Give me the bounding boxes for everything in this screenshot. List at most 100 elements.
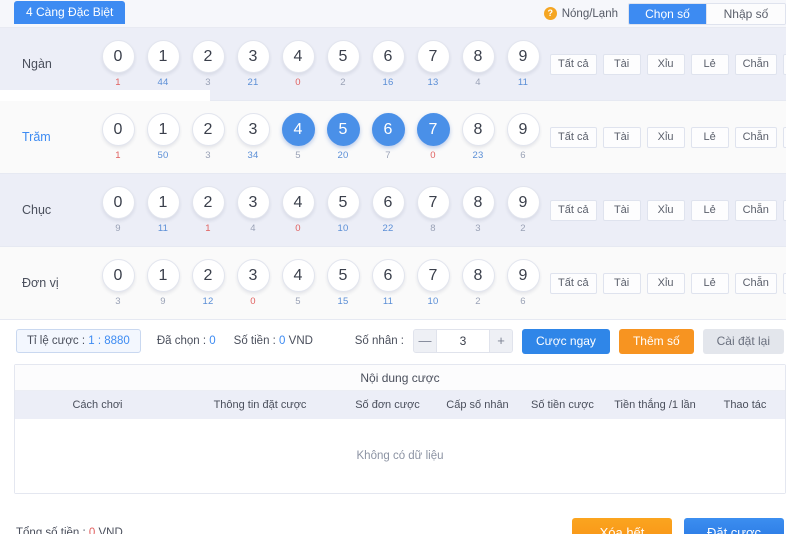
col-cach-choi: Cách chơi <box>72 399 123 411</box>
add-number-button[interactable]: Thêm số <box>618 328 694 354</box>
ball-chuc-7[interactable]: 7 <box>416 186 450 219</box>
ball-ngan-5[interactable]: 5 <box>326 40 360 73</box>
btn-ngan-tatca[interactable]: Tất cả <box>550 53 597 75</box>
btn-chuc-chan[interactable]: Chẵn <box>734 199 777 221</box>
minus-icon[interactable]: — <box>414 330 436 352</box>
col-thao-tac: Thao tác <box>723 399 767 411</box>
ball-chuc-0[interactable]: 0 <box>101 186 135 219</box>
btn-tram-tatca[interactable]: Tất cả <box>550 126 597 148</box>
balls-donvi: 03 19 2 12 30 45 5 15 6 11 7 10 82 96 <box>100 259 550 307</box>
ball-ngan-2[interactable]: 2 <box>191 40 225 73</box>
btn-tram-chan[interactable]: Chẵn <box>734 126 777 148</box>
ball-ngan-0[interactable]: 0 <box>101 40 135 73</box>
ball-donvi-4[interactable]: 4 <box>281 259 315 292</box>
btn-ngan-le[interactable]: Lẻ <box>690 53 729 75</box>
count-chuc-2: 1 <box>205 223 211 234</box>
digit-row-tram: Trăm 01 1 50 23 3 34 45 5 20 67 70 8 23 96 T… <box>0 101 800 174</box>
ball-donvi-0[interactable]: 0 <box>101 259 135 292</box>
row-actions-tram: Tất cả Tài Xỉu Lẻ Chẵn Xóa <box>550 126 800 148</box>
tab-chon-so[interactable]: Chọn số <box>629 3 707 24</box>
ball-donvi-8[interactable]: 8 <box>461 259 495 292</box>
count-donvi-8: 2 <box>475 296 481 307</box>
ball-tram-7[interactable]: 7 <box>416 113 450 146</box>
btn-ngan-chan[interactable]: Chẵn <box>734 53 777 75</box>
count-donvi-4: 5 <box>295 296 301 307</box>
btn-chuc-xiu[interactable]: Xỉu <box>646 199 685 221</box>
ball-donvi-3[interactable]: 3 <box>236 259 270 292</box>
bet-bar-right: Số nhân : — 3 + Cược ngay Thêm số Cài đặ… <box>355 328 784 354</box>
ball-tram-3[interactable]: 3 <box>236 113 270 146</box>
bet-now-button[interactable]: Cược ngay <box>522 328 610 354</box>
btn-donvi-chan[interactable]: Chẵn <box>734 272 777 294</box>
ball-ngan-8[interactable]: 8 <box>461 40 495 73</box>
total-amount-unit: VND <box>95 527 123 534</box>
count-ngan-8: 4 <box>475 77 481 88</box>
btn-donvi-tatca[interactable]: Tất cả <box>550 272 597 294</box>
count-chuc-0: 9 <box>115 223 121 234</box>
reset-button[interactable]: Cài đặt lại <box>702 328 784 354</box>
ball-ngan-9[interactable]: 9 <box>506 40 540 73</box>
btn-tram-xiu[interactable]: Xỉu <box>646 126 685 148</box>
hot-cold-label: Nóng/Lạnh <box>561 7 618 20</box>
top-bar-right: ? Nóng/Lạnh Chọn số Nhập số <box>543 0 786 27</box>
ball-chuc-9[interactable]: 9 <box>506 186 540 219</box>
ball-donvi-1[interactable]: 1 <box>146 259 180 292</box>
chosen-count-value: 0 <box>209 335 216 347</box>
btn-donvi-tai[interactable]: Tài <box>602 272 641 294</box>
multiplier-input[interactable]: 3 <box>436 330 490 352</box>
ball-tram-8[interactable]: 8 <box>461 113 495 146</box>
game-tab-title[interactable]: 4 Càng Đặc Biệt <box>14 1 126 24</box>
btn-tram-tai[interactable]: Tài <box>602 126 641 148</box>
hot-cold-toggle[interactable]: ? Nóng/Lạnh <box>543 7 618 20</box>
count-tram-0: 1 <box>115 150 121 161</box>
ball-donvi-2[interactable]: 2 <box>191 259 225 292</box>
ball-chuc-8[interactable]: 8 <box>461 186 495 219</box>
row-actions-ngan: Tất cả Tài Xỉu Lẻ Chẵn Xóa <box>550 53 800 75</box>
digit-rows: Ngàn 01 1 44 23 3 21 40 52 6 16 7 13 84 9 11 … <box>0 28 800 320</box>
btn-donvi-xiu[interactable]: Xỉu <box>646 272 685 294</box>
ball-ngan-1[interactable]: 1 <box>146 40 180 73</box>
ball-ngan-7[interactable]: 7 <box>416 40 450 73</box>
btn-donvi-le[interactable]: Lẻ <box>690 272 729 294</box>
ball-chuc-1[interactable]: 1 <box>146 186 180 219</box>
btn-chuc-tai[interactable]: Tài <box>602 199 641 221</box>
place-bet-button[interactable]: Đặt cược <box>684 518 784 534</box>
ball-chuc-2[interactable]: 2 <box>191 186 225 219</box>
total-amount: Tổng số tiền : 0 VND <box>16 527 123 534</box>
ball-chuc-4[interactable]: 4 <box>281 186 315 219</box>
ball-ngan-6[interactable]: 6 <box>371 40 405 73</box>
count-chuc-1: 11 <box>157 223 169 234</box>
clear-all-button[interactable]: Xóa hết <box>572 518 672 534</box>
ball-donvi-7[interactable]: 7 <box>416 259 450 292</box>
bet-control-bar: Tỉ lệ cược : 1 : 8880 Đã chọn : 0 Số tiề… <box>0 320 800 362</box>
ball-donvi-5[interactable]: 5 <box>326 259 360 292</box>
chosen-count-label: Đã chọn : <box>156 335 210 347</box>
ball-tram-1[interactable]: 1 <box>146 113 180 146</box>
count-ngan-5: 2 <box>340 77 346 88</box>
btn-ngan-xiu[interactable]: Xỉu <box>646 53 685 75</box>
balls-ngan: 01 1 44 23 3 21 40 52 6 16 7 13 84 9 11 <box>100 40 550 88</box>
ball-donvi-9[interactable]: 9 <box>506 259 540 292</box>
ball-chuc-5[interactable]: 5 <box>326 186 360 219</box>
ball-ngan-3[interactable]: 3 <box>236 40 270 73</box>
count-chuc-3: 4 <box>250 223 256 234</box>
btn-tram-le[interactable]: Lẻ <box>690 126 729 148</box>
ball-chuc-6[interactable]: 6 <box>371 186 405 219</box>
render-artifact-band <box>0 90 210 101</box>
count-chuc-4: 0 <box>295 223 301 234</box>
ball-donvi-6[interactable]: 6 <box>371 259 405 292</box>
ball-tram-4[interactable]: 4 <box>281 113 315 146</box>
ball-tram-6[interactable]: 6 <box>371 113 405 146</box>
btn-chuc-tatca[interactable]: Tất cả <box>550 199 597 221</box>
ball-ngan-4[interactable]: 4 <box>281 40 315 73</box>
ball-chuc-3[interactable]: 3 <box>236 186 270 219</box>
ball-tram-5[interactable]: 5 <box>326 113 360 146</box>
count-tram-1: 50 <box>157 150 169 161</box>
ball-tram-2[interactable]: 2 <box>191 113 225 146</box>
ball-tram-0[interactable]: 0 <box>101 113 135 146</box>
tab-nhap-so[interactable]: Nhập số <box>707 3 785 24</box>
btn-ngan-tai[interactable]: Tài <box>602 53 641 75</box>
btn-chuc-le[interactable]: Lẻ <box>690 199 729 221</box>
ball-tram-9[interactable]: 9 <box>506 113 540 146</box>
plus-icon[interactable]: + <box>490 330 512 352</box>
